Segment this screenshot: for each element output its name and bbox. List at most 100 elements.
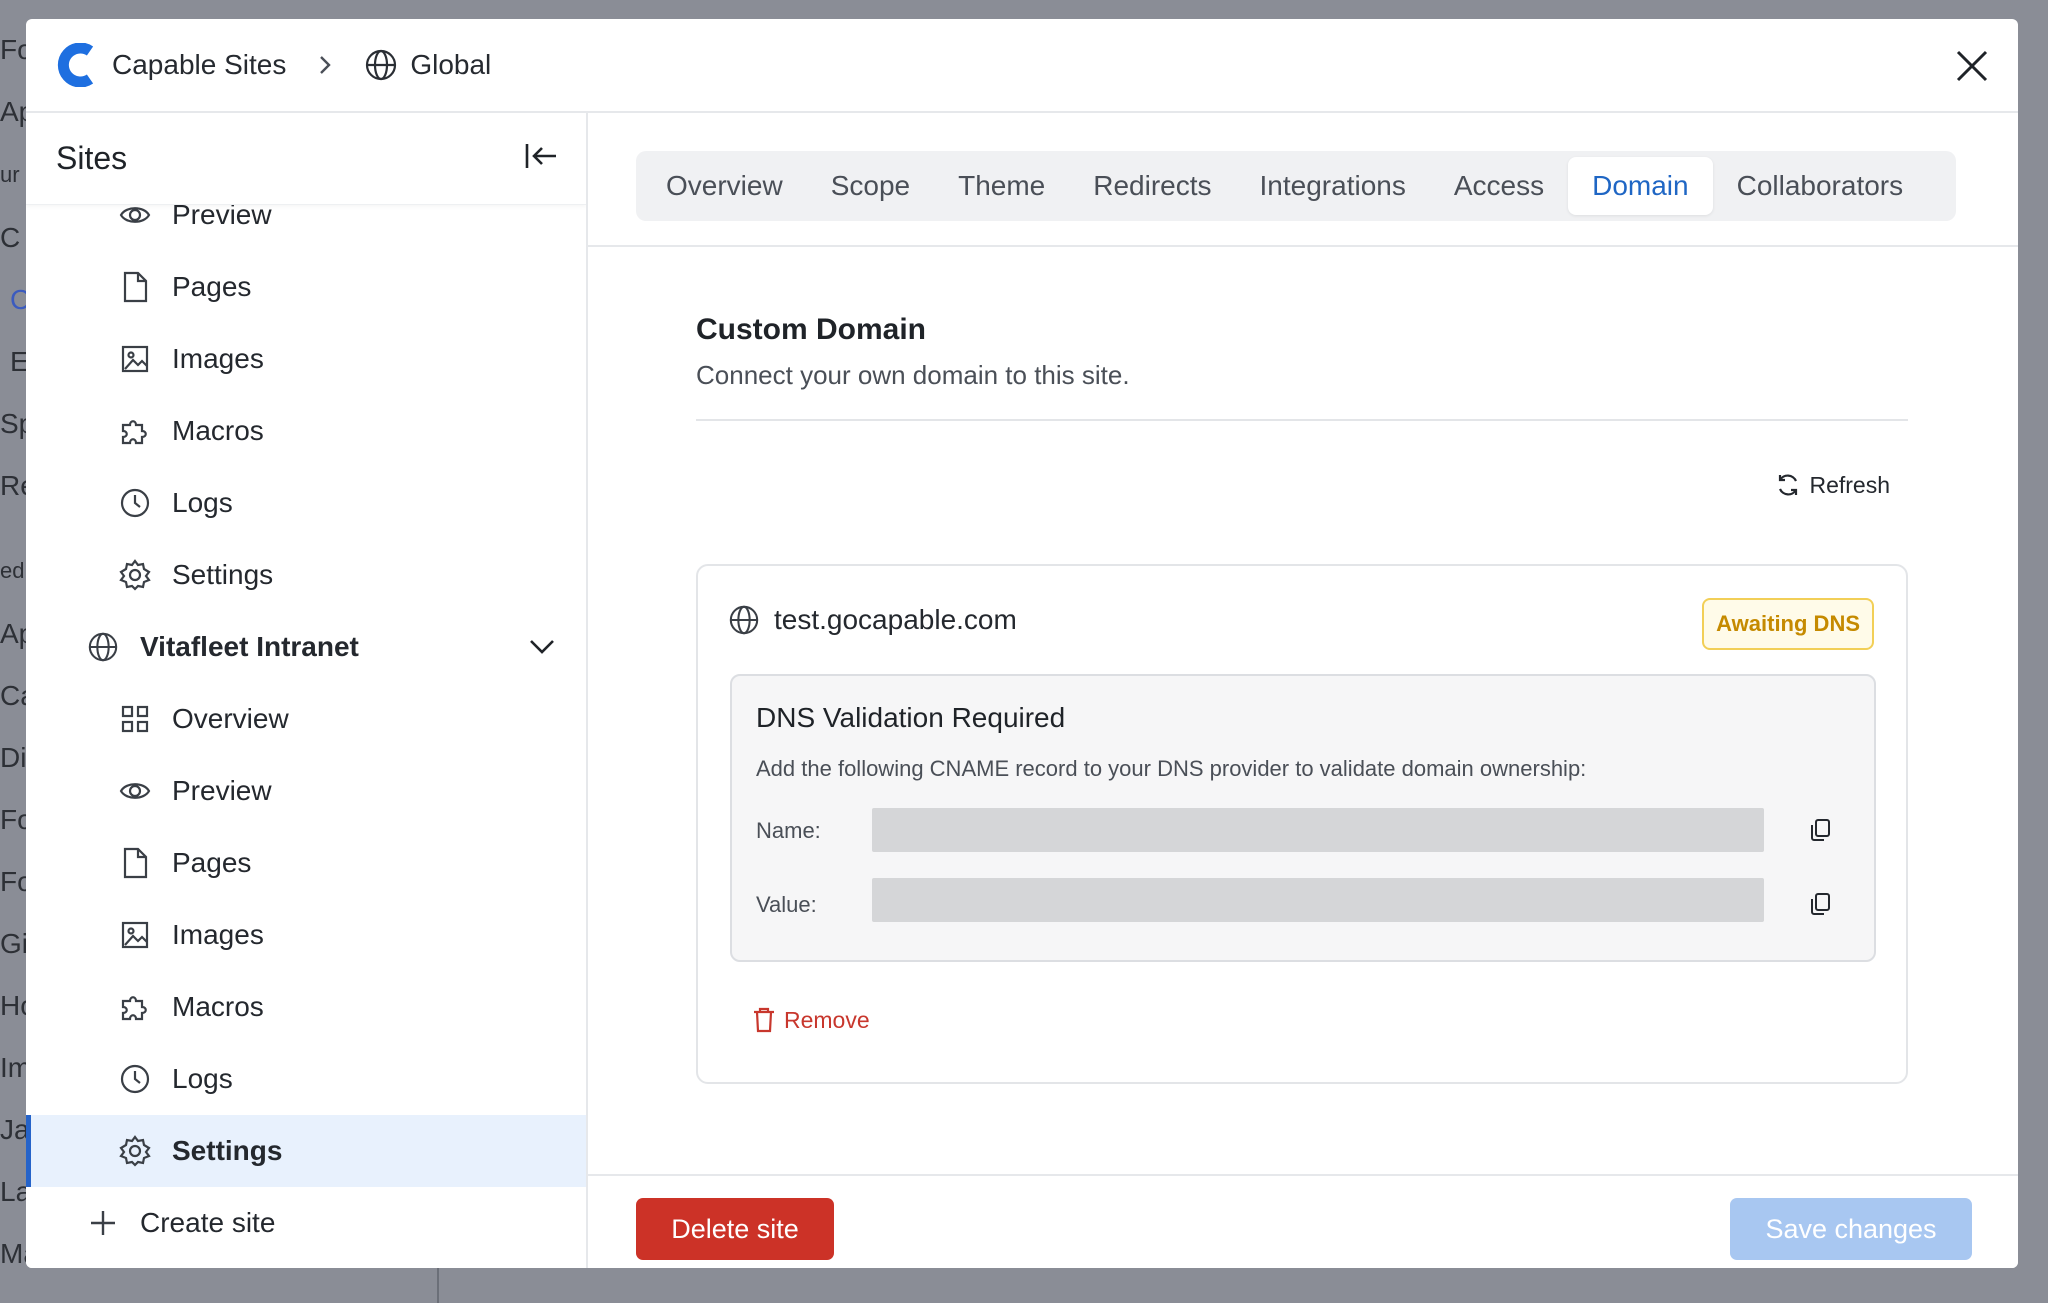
background-text: Fo — [0, 34, 26, 65]
sidebar-item-images[interactable]: Images — [26, 323, 586, 395]
create-site-button[interactable]: Create site — [26, 1187, 586, 1259]
background-divider — [437, 1268, 439, 1303]
sidebar-item-pages[interactable]: Pages — [26, 251, 586, 323]
tab-overview[interactable]: Overview — [642, 157, 807, 215]
copy-name-button[interactable] — [1804, 814, 1836, 846]
section-divider — [696, 419, 1908, 421]
collapse-icon — [525, 144, 556, 168]
background-text: ed — [0, 558, 25, 583]
sidebar-item-overview[interactable]: Overview — [26, 683, 586, 755]
site-name: Vitafleet Intranet — [140, 631, 359, 662]
tab-domain[interactable]: Domain — [1568, 157, 1713, 215]
sidebar-item-label: Pages — [172, 847, 252, 878]
delete-site-button[interactable]: Delete site — [636, 1198, 834, 1260]
main-panel: Overview Scope Theme Redirects Integrati… — [588, 113, 2018, 1268]
sidebar-item-pages[interactable]: Pages — [26, 827, 586, 899]
tab-scope[interactable]: Scope — [807, 157, 934, 215]
copy-icon — [1811, 819, 1830, 841]
background-text: C — [0, 222, 21, 253]
tab-bar: Overview Scope Theme Redirects Integrati… — [636, 151, 1956, 221]
sidebar-item-macros[interactable]: Macros — [26, 395, 586, 467]
chevron-down-icon[interactable] — [528, 631, 556, 663]
sidebar-item-label: Preview — [172, 775, 272, 806]
globe-icon — [729, 605, 759, 635]
sidebar-title: Sites — [56, 140, 128, 176]
section-subtitle: Connect your own domain to this site. — [696, 360, 1130, 390]
page-icon — [118, 846, 152, 880]
tab-collaborators[interactable]: Collaborators — [1713, 157, 1928, 215]
sidebar-item-logs[interactable]: Logs — [26, 467, 586, 539]
gear-icon — [118, 558, 152, 592]
background-text: Ho — [0, 990, 26, 1021]
modal-footer: Delete site Save changes — [588, 1174, 2018, 1268]
breadcrumb-brand[interactable]: Capable Sites — [112, 49, 286, 81]
capable-logo-icon — [56, 43, 100, 87]
tab-redirects[interactable]: Redirects — [1069, 157, 1235, 215]
sidebar-item-logs[interactable]: Logs — [26, 1043, 586, 1115]
background-text: Im — [0, 1052, 26, 1083]
sidebar-item-preview[interactable]: Preview — [26, 755, 586, 827]
domain-row: test.gocapable.com — [728, 604, 1017, 636]
sidebar-item-label: Settings — [172, 559, 274, 590]
dns-name-value[interactable] — [872, 808, 1764, 852]
background-text: Gi — [0, 928, 26, 959]
dns-validation-box: DNS Validation Required Add the followin… — [730, 674, 1876, 962]
sidebar-item-label: Images — [172, 919, 264, 950]
image-icon — [118, 918, 152, 952]
sidebar-item-macros[interactable]: Macros — [26, 971, 586, 1043]
globe-icon — [364, 48, 398, 82]
collapse-sidebar-button[interactable] — [524, 141, 558, 176]
remove-domain-button[interactable]: Remove — [752, 1006, 870, 1034]
sidebar-item-label: Logs — [172, 1063, 233, 1094]
tab-theme[interactable]: Theme — [934, 157, 1069, 215]
plus-icon — [86, 1206, 120, 1240]
close-icon — [1956, 50, 1988, 82]
background-text: C — [10, 284, 26, 315]
gear-icon — [118, 1134, 152, 1168]
background-text: Fo — [0, 804, 26, 835]
dns-description: Add the following CNAME record to your D… — [756, 756, 1587, 781]
sidebar-item-label: Macros — [172, 991, 264, 1022]
globe-icon — [86, 630, 120, 664]
page-icon — [118, 270, 152, 304]
refresh-icon — [1779, 474, 1798, 496]
background-text: Ap — [0, 618, 26, 649]
status-badge: Awaiting DNS — [1702, 598, 1874, 650]
sidebar-item-label: Logs — [172, 487, 233, 518]
remove-label: Remove — [784, 1006, 870, 1033]
sidebar-site-vitafleet-intranet[interactable]: Vitafleet Intranet — [26, 611, 586, 683]
sidebar-header: Sites — [26, 113, 586, 205]
background-text: E — [10, 346, 26, 377]
refresh-button[interactable]: Refresh — [1775, 465, 1890, 505]
save-changes-button[interactable]: Save changes — [1730, 1198, 1972, 1260]
sidebar-item-settings[interactable]: Settings — [26, 539, 586, 611]
breadcrumb-scope[interactable]: Global — [410, 49, 491, 81]
sidebar-item-label: Macros — [172, 415, 264, 446]
sidebar-item-images[interactable]: Images — [26, 899, 586, 971]
dns-value-value[interactable] — [872, 878, 1764, 922]
clock-icon — [118, 1062, 152, 1096]
sidebar-item-label: Images — [172, 343, 264, 374]
puzzle-icon — [118, 990, 152, 1024]
background-text: Re — [0, 470, 26, 501]
site-settings-modal: Capable Sites Global Sites Preview Pages… — [26, 19, 2018, 1268]
background-text: Di — [0, 742, 26, 773]
tab-integrations[interactable]: Integrations — [1236, 157, 1430, 215]
grid-icon — [118, 702, 152, 736]
section-title: Custom Domain — [696, 313, 927, 346]
background-text: Sp — [0, 408, 26, 439]
domain-name: test.gocapable.com — [774, 604, 1017, 635]
image-icon — [118, 342, 152, 376]
tab-access[interactable]: Access — [1430, 157, 1568, 215]
background-text: Ma — [0, 1238, 26, 1269]
close-button[interactable] — [1952, 46, 1992, 86]
background-text: La — [0, 1176, 26, 1207]
copy-value-button[interactable] — [1804, 888, 1836, 920]
eye-icon — [118, 774, 152, 808]
clock-icon — [118, 486, 152, 520]
puzzle-icon — [118, 414, 152, 448]
sites-sidebar: Sites Preview Pages Images Macros Logs S… — [26, 113, 588, 1268]
background-text: Ca — [0, 680, 26, 711]
sidebar-item-settings[interactable]: Settings — [26, 1115, 586, 1187]
trash-icon — [754, 1007, 774, 1033]
